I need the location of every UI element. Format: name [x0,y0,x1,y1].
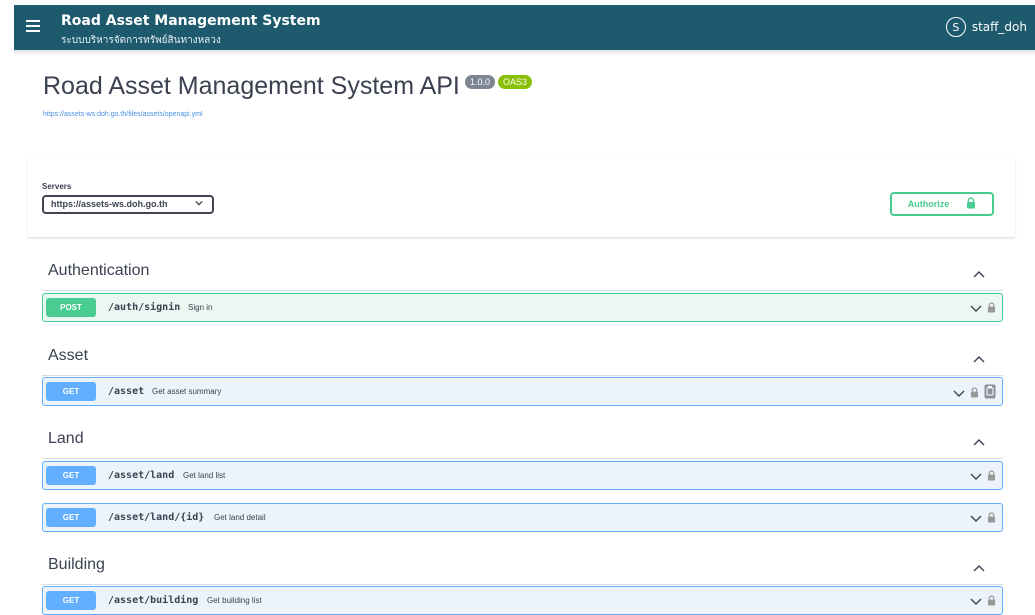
operation-summary: Get land list [183,471,226,480]
method-badge: GET [46,591,96,610]
operation-get-asset-land[interactable]: GET /asset/land Get land list [42,461,1003,490]
operation-summary: Get asset summary [152,387,222,396]
chevron-down-icon[interactable] [970,593,982,611]
servers-selected-value: https://assets-ws.doh.go.th [51,199,168,209]
lock-icon[interactable] [987,468,996,486]
hamburger-icon[interactable] [26,20,40,32]
lock-icon [966,197,976,211]
tag-land[interactable]: Land [42,420,1003,459]
user-menu[interactable]: S staff_doh [945,17,1027,37]
tag-title: Land [48,430,84,447]
tag-authentication[interactable]: Authentication [42,252,1003,291]
lock-icon[interactable] [987,593,996,611]
app-title: Road Asset Management System [61,13,321,29]
operation-get-asset-land-id[interactable]: GET /asset/land/{id} Get land detail [42,503,1003,532]
chevron-up-icon[interactable] [973,433,985,451]
oas-badge: OAS3 [498,75,533,89]
operation-summary: Get land detail [214,513,266,522]
spec-url-link[interactable]: https://assets-ws.doh.go.th/files/assets… [43,111,203,118]
chevron-up-icon[interactable] [973,350,985,368]
operation-summary: Get building list [207,596,262,605]
tag-building[interactable]: Building [42,546,1003,585]
chevron-down-icon[interactable] [970,510,982,528]
operation-get-asset[interactable]: GET /asset Get asset summary [42,377,1003,406]
scheme-container: Servers https://assets-ws.doh.go.th Auth… [28,157,1015,237]
lock-icon[interactable] [987,300,996,318]
tag-title: Asset [48,347,89,364]
chevron-down-icon [195,197,203,212]
chevron-up-icon[interactable] [973,265,985,283]
operation-post-auth-signin[interactable]: POST /auth/signin Sign in [42,293,1003,322]
authorize-button[interactable]: Authorize [890,192,994,216]
servers-select[interactable]: https://assets-ws.doh.go.th [42,195,214,214]
chevron-down-icon[interactable] [953,385,965,403]
operation-path: /asset/land [108,470,175,481]
tag-title: Authentication [48,262,150,279]
operation-get-asset-building[interactable]: GET /asset/building Get building list [42,586,1003,615]
method-badge: GET [46,382,96,401]
method-badge: POST [46,298,96,317]
method-badge: GET [46,508,96,527]
operation-path: /asset [108,386,145,397]
app-subtitle: ระบบบริหารจัดการทรัพย์สินทางหลวง [61,35,221,46]
api-title: Road Asset Management System API [43,72,460,100]
username: staff_doh [971,20,1027,34]
authorize-label: Authorize [907,199,950,209]
app-header: Road Asset Management System ระบบบริหารจ… [14,5,1035,50]
chevron-down-icon[interactable] [970,300,982,318]
operation-path: /auth/signin [108,302,181,313]
lock-icon[interactable] [970,385,979,403]
copy-icon[interactable] [984,384,996,404]
tag-title: Building [48,556,105,573]
lock-icon[interactable] [987,510,996,528]
tag-asset[interactable]: Asset [42,337,1003,376]
avatar: S [945,17,966,37]
version-badge: 1.0.0 [465,75,496,89]
chevron-up-icon[interactable] [973,559,985,577]
header-shadow [14,50,1035,56]
operation-path: /asset/land/{id} [108,512,205,523]
operation-path: /asset/building [108,595,199,606]
chevron-down-icon[interactable] [970,468,982,486]
method-badge: GET [46,466,96,485]
servers-label: Servers [42,182,72,191]
operation-summary: Sign in [188,303,213,312]
